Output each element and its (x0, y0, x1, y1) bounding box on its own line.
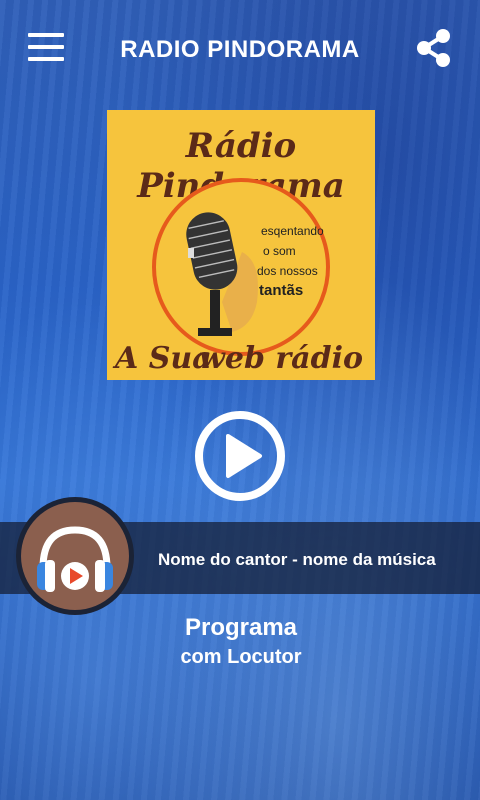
logo-ring: esqentando o som dos nossos tantãs (152, 178, 330, 356)
share-button[interactable] (414, 28, 454, 68)
station-logo: Rádio Pindorama esqentando o som dos nos… (107, 110, 375, 380)
logo-bottom-left: A Sua (115, 341, 212, 376)
headphones-play-icon (37, 526, 113, 592)
app-title: RADIO PINDORAMA (120, 36, 360, 63)
logo-bottom-right: web rádio (199, 341, 363, 376)
logo-tagline-4: tantãs (259, 282, 304, 299)
logo-tagline-1: esqentando (261, 224, 324, 238)
logo-tagline-3: dos nossos (257, 264, 318, 278)
play-button[interactable] (194, 410, 286, 502)
microphone-icon (186, 212, 258, 336)
program-host: com Locutor (180, 646, 302, 668)
app-bar: RADIO PINDORAMA (0, 0, 480, 100)
share-icon (417, 29, 450, 67)
player-avatar (16, 497, 134, 615)
program-name: Programa (184, 614, 298, 641)
logo-tagline-2: o som (263, 244, 296, 258)
now-playing-text: Nome do cantor - nome da música (158, 550, 436, 569)
play-icon (195, 411, 285, 501)
